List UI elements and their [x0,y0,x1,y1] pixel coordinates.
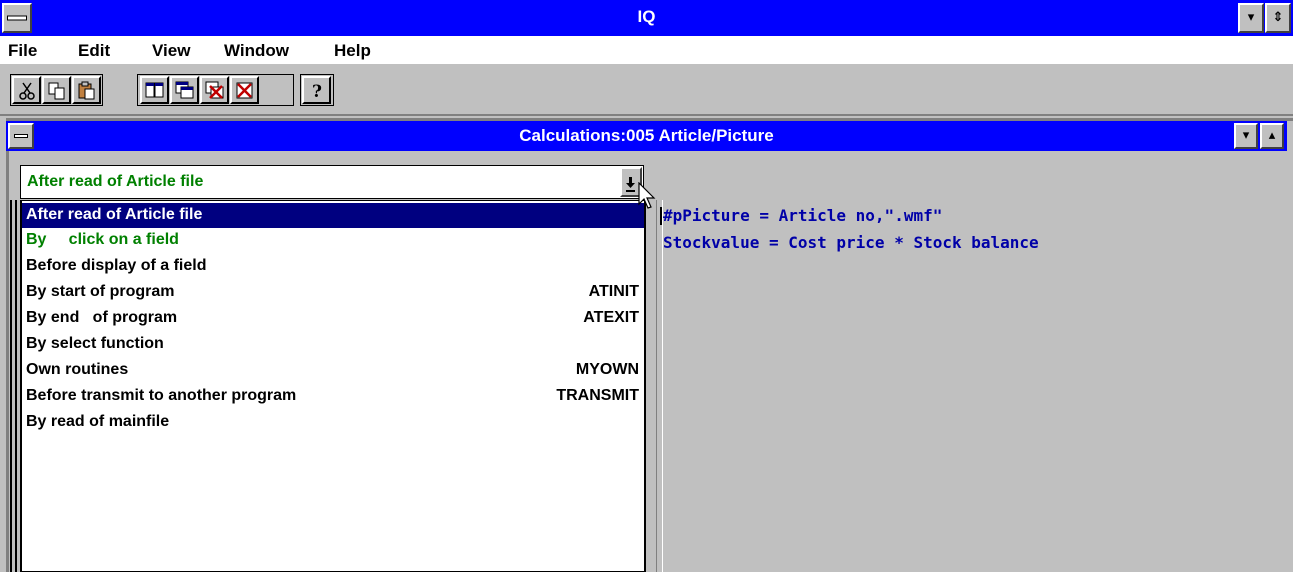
menu-file[interactable]: File [8,41,37,61]
close-window-button[interactable] [230,76,259,104]
cut-icon [19,82,35,100]
minimize-button[interactable]: ▾ [1238,3,1264,33]
copy-button[interactable] [42,76,71,104]
help-button[interactable]: ? [302,76,331,104]
frame-line [10,200,12,572]
window-minimize-icon: ▾ [1242,128,1250,143]
menu-window[interactable]: Window [224,41,289,61]
close-all-icon [205,81,224,99]
close-all-button[interactable] [200,76,229,104]
toolbar: ? [0,64,1293,116]
app-title: IQ [637,7,656,26]
app-titlebar[interactable]: IQ ▾ ⇕ [0,0,1293,36]
window-title: Calculations:005 Article/Picture [519,126,774,145]
paste-button[interactable] [72,76,101,104]
restore-button[interactable]: ⇕ [1265,3,1291,33]
event-dropdown-list[interactable]: After read of Article file By click on a… [20,200,646,572]
copy-icon [48,82,65,100]
window-maximize-button[interactable]: ▴ [1260,123,1284,149]
list-item-start-program[interactable]: By start of program ATINIT [22,280,645,305]
minimize-icon: ▾ [1247,10,1255,25]
list-item-by-click[interactable]: By click on a field [22,228,645,253]
frame-line [15,200,17,572]
menu-bar: File Edit View Window Help [0,36,1293,64]
list-item-end-program[interactable]: By end of program ATEXIT [22,306,645,331]
window-minimize-button[interactable]: ▾ [1234,123,1258,149]
restore-icon: ⇕ [1272,10,1284,25]
cut-button[interactable] [12,76,41,104]
tile-icon [145,82,164,98]
list-item-after-read[interactable]: After read of Article file [22,203,645,228]
code-line[interactable]: Stockvalue = Cost price * Stock balance [663,233,1039,252]
window-titlebar[interactable]: Calculations:005 Article/Picture ▾ ▴ [6,121,1287,151]
code-editor[interactable] [654,200,1287,572]
list-item-select-function[interactable]: By select function [22,332,645,357]
list-border [644,200,646,572]
cascade-button[interactable] [170,76,199,104]
code-line[interactable]: #pPicture = Article no,".wmf" [663,206,942,225]
list-item-before-transmit[interactable]: Before transmit to another program TRANS… [22,384,645,409]
menu-edit[interactable]: Edit [78,41,110,61]
mouse-pointer-icon [638,182,656,209]
menu-help[interactable]: Help [334,41,371,61]
event-selector-value: After read of Article file [27,173,204,190]
svg-text:?: ? [312,82,322,101]
menu-view[interactable]: View [152,41,190,61]
event-selector-combo[interactable]: After read of Article file [20,165,644,199]
list-item-own-routines[interactable]: Own routines MYOWN [22,358,645,383]
list-item-before-display[interactable]: Before display of a field [22,254,645,279]
paste-icon [78,81,95,100]
text-cursor [660,207,662,225]
tile-button[interactable] [140,76,169,104]
help-icon: ? [312,82,322,101]
cascade-icon [175,81,194,99]
window-maximize-icon: ▴ [1268,128,1276,143]
close-window-icon [236,82,253,99]
list-item-read-mainfile[interactable]: By read of mainfile [22,410,645,435]
